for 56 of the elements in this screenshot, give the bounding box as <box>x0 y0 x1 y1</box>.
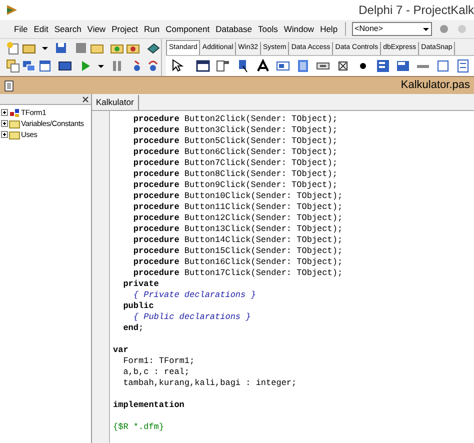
code-token: { Private declarations } <box>132 290 256 300</box>
menu-item[interactable]: Window <box>284 22 314 36</box>
code-token: procedure <box>132 257 180 267</box>
code-token: procedure <box>132 191 180 201</box>
code-token: ; <box>138 323 144 333</box>
code-token: procedure <box>132 147 180 157</box>
code-token: Button17Click(Sender: TObject); <box>183 268 343 278</box>
code-token: var <box>113 345 128 355</box>
code-token: end <box>122 323 139 333</box>
menu-item[interactable]: Project <box>112 22 138 36</box>
menu-item[interactable]: Help <box>320 22 338 36</box>
menu-item[interactable]: Run <box>144 22 160 36</box>
menu-item[interactable]: Component <box>166 22 210 36</box>
code-token: Button7Click(Sender: TObject); <box>183 158 338 168</box>
code-token: Button10Click(Sender: TObject); <box>183 191 343 201</box>
code-token: Button11Click(Sender: TObject); <box>183 202 343 212</box>
code-token: { Public declarations } <box>132 312 251 322</box>
window-title: Delphi 7 - ProjectKalk <box>358 2 474 19</box>
code-token: procedure <box>132 202 180 212</box>
menu-item[interactable]: Tools <box>258 22 278 36</box>
editor-title: Kalkulator.pas <box>400 78 470 94</box>
code-token: procedure <box>132 114 180 124</box>
code-token: procedure <box>132 246 180 256</box>
code-token: procedure <box>132 158 180 168</box>
code-token: Button13Click(Sender: TObject); <box>183 224 343 234</box>
code-token: tambah,kurang,kali,bagi : integer; <box>122 378 297 388</box>
code-token: procedure <box>132 136 180 146</box>
code-token: Button14Click(Sender: TObject); <box>183 235 343 245</box>
menu-item[interactable]: Search <box>54 22 82 36</box>
menu-item[interactable]: View <box>87 22 106 36</box>
code-token: procedure <box>132 224 180 234</box>
code-token: procedure <box>132 180 180 190</box>
selection-combo[interactable]: <None> <box>352 22 432 36</box>
code-token: Button9Click(Sender: TObject); <box>183 180 338 190</box>
code-token: procedure <box>132 268 180 278</box>
code-token: a,b,c : real; <box>122 367 190 377</box>
code-token: Button6Click(Sender: TObject); <box>183 147 338 157</box>
code-token: Button3Click(Sender: TObject); <box>183 125 338 135</box>
menu-item[interactable]: Edit <box>34 22 48 36</box>
code-token: Button15Click(Sender: TObject); <box>183 246 343 256</box>
code-token: Button8Click(Sender: TObject); <box>183 169 338 179</box>
code-token: Button12Click(Sender: TObject); <box>183 213 343 223</box>
code-token: procedure <box>132 235 180 245</box>
code-token: private <box>122 279 159 289</box>
menu-item[interactable]: File <box>14 22 28 36</box>
code-token: Button2Click(Sender: TObject); <box>183 114 338 124</box>
code-token: implementation <box>113 400 184 410</box>
code-token: Button5Click(Sender: TObject); <box>183 136 338 146</box>
code-token: procedure <box>132 125 180 135</box>
code-token: public <box>122 301 154 311</box>
code-token: Button16Click(Sender: TObject); <box>183 257 343 267</box>
code-token: {$R *.dfm} <box>113 422 164 432</box>
code-token: Form1: TForm1; <box>122 356 195 366</box>
code-token: procedure <box>132 169 180 179</box>
menu-item[interactable]: Database <box>216 22 252 36</box>
code-token: procedure <box>132 213 180 223</box>
